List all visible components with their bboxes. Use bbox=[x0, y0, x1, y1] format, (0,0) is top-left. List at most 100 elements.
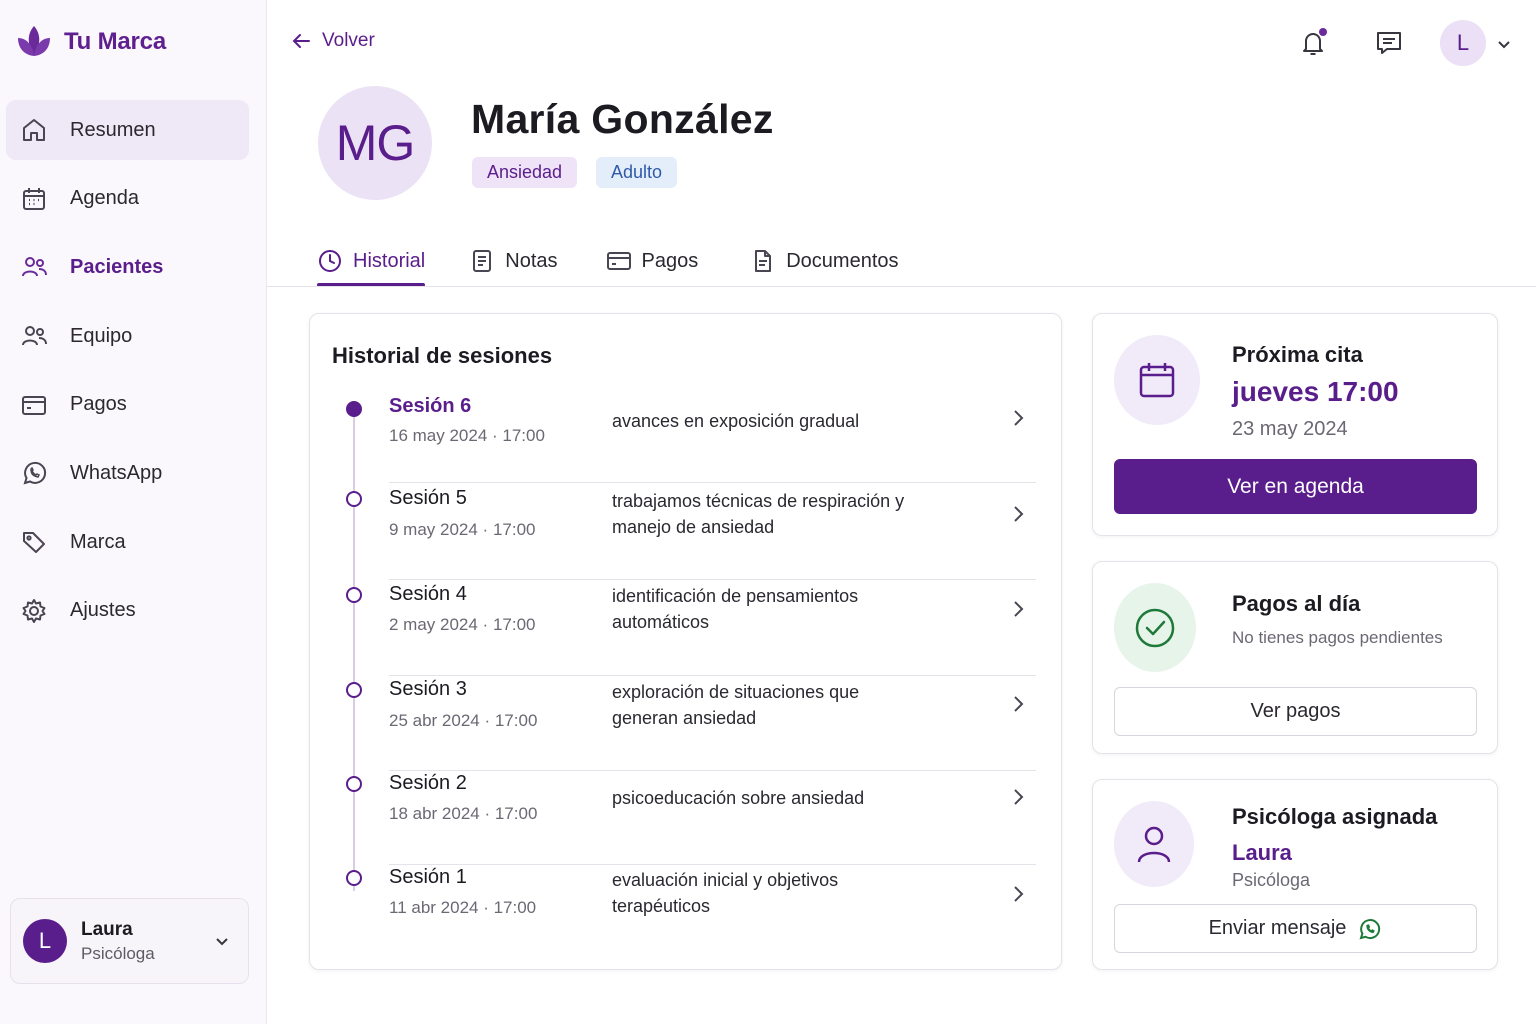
sidebar-item-ajustes[interactable]: Ajustes bbox=[6, 581, 249, 641]
card-icon bbox=[606, 252, 631, 270]
user-name: Laura bbox=[81, 918, 133, 940]
clock-icon bbox=[319, 250, 341, 272]
divider bbox=[389, 482, 1036, 483]
chevron-right-icon bbox=[1014, 601, 1024, 617]
session-note: psicoeducación sobre ansiedad bbox=[612, 788, 865, 808]
session-row[interactable]: Sesión 6 16 may 2024 · 17:00 avances en … bbox=[310, 392, 1063, 487]
sidebar-item-equipo[interactable]: Equipo bbox=[6, 306, 249, 366]
message-icon bbox=[1377, 32, 1401, 54]
session-row[interactable]: Sesión 3 25 abr 2024 · 17:00 exploración… bbox=[310, 675, 1063, 771]
messages-button[interactable] bbox=[1374, 28, 1404, 58]
notifications-button[interactable] bbox=[1298, 28, 1328, 58]
session-note: exploración de situaciones que generan a… bbox=[612, 682, 860, 728]
person-badge bbox=[1114, 801, 1194, 887]
tabs: Historial Notas Pagos Documentos bbox=[317, 236, 899, 287]
timeline-dot bbox=[346, 491, 362, 507]
sidebar-item-label: Marca bbox=[70, 530, 126, 553]
session-title: Sesión 1 bbox=[389, 866, 467, 888]
header-avatar[interactable]: L bbox=[1440, 20, 1486, 66]
tab-historial[interactable]: Historial bbox=[317, 236, 426, 287]
patient-avatar: MG bbox=[318, 86, 432, 200]
tab-label: Documentos bbox=[786, 249, 899, 272]
session-date: 18 abr 2024 · 17:00 bbox=[389, 804, 538, 823]
whatsapp-icon bbox=[23, 462, 47, 485]
appointment-date: 23 may 2024 bbox=[1232, 418, 1348, 440]
session-date: 9 may 2024 · 17:00 bbox=[389, 520, 536, 539]
timeline-dot bbox=[346, 401, 362, 417]
sidebar-item-label: Pacientes bbox=[70, 255, 164, 278]
session-history-card: Historial de sesiones Sesión 6 16 may 20… bbox=[309, 313, 1062, 970]
chevron-right-icon bbox=[1014, 789, 1024, 805]
sidebar-item-pagos[interactable]: Pagos bbox=[6, 375, 249, 435]
notification-dot bbox=[1319, 28, 1327, 36]
appointment-time: jueves 17:00 bbox=[1232, 376, 1399, 407]
sidebar-item-marca[interactable]: Marca bbox=[6, 512, 249, 572]
card-title: Pagos al día bbox=[1232, 591, 1361, 616]
home-icon bbox=[23, 119, 45, 141]
next-appointment-card: Próxima cita jueves 17:00 23 may 2024 Ve… bbox=[1092, 313, 1498, 536]
chevron-right-icon bbox=[1014, 410, 1024, 426]
sidebar-item-whatsapp[interactable]: WhatsApp bbox=[6, 443, 249, 503]
tag-icon bbox=[23, 532, 45, 554]
back-link[interactable]: Volver bbox=[290, 30, 375, 52]
document-icon bbox=[755, 250, 772, 272]
current-user-card[interactable]: L Laura Psicóloga bbox=[10, 898, 249, 984]
session-row[interactable]: Sesión 1 11 abr 2024 · 17:00 evaluación … bbox=[310, 863, 1063, 958]
sidebar-item-resumen[interactable]: Resumen bbox=[6, 100, 249, 160]
tab-documentos[interactable]: Documentos bbox=[750, 236, 899, 286]
view-in-agenda-button[interactable]: Ver en agenda bbox=[1114, 459, 1477, 514]
session-row[interactable]: Sesión 2 18 abr 2024 · 17:00 psicoeducac… bbox=[310, 769, 1063, 865]
person-icon bbox=[1137, 826, 1171, 863]
sidebar-item-label: Resumen bbox=[70, 118, 156, 141]
history-title: Historial de sesiones bbox=[332, 343, 553, 368]
check-badge bbox=[1114, 583, 1196, 672]
notes-icon bbox=[473, 250, 492, 272]
sidebar-item-label: Agenda bbox=[70, 187, 139, 210]
chevron-right-icon bbox=[1014, 696, 1024, 712]
calendar-badge bbox=[1114, 335, 1200, 425]
sidebar-item-agenda[interactable]: Agenda bbox=[6, 169, 249, 229]
session-date: 25 abr 2024 · 17:00 bbox=[389, 711, 538, 730]
brand-logo[interactable]: Tu Marca bbox=[14, 22, 166, 62]
avatar: L bbox=[23, 919, 67, 963]
session-title: Sesión 5 bbox=[389, 487, 467, 509]
sidebar-nav: Resumen Agenda Pacientes Equipo Pagos Wh… bbox=[6, 100, 249, 650]
tag-badge: Ansiedad bbox=[472, 157, 578, 188]
sidebar-item-label: Equipo bbox=[70, 324, 133, 347]
tabs-divider bbox=[267, 286, 1536, 287]
session-row[interactable]: Sesión 5 9 may 2024 · 17:00 trabajamos t… bbox=[310, 484, 1063, 580]
session-row[interactable]: Sesión 4 2 may 2024 · 17:00 identificaci… bbox=[310, 580, 1063, 676]
lotus-icon bbox=[18, 26, 50, 56]
tab-label: Notas bbox=[505, 249, 558, 272]
back-label: Volver bbox=[322, 30, 375, 51]
calendar-icon bbox=[23, 187, 45, 210]
send-message-button[interactable]: Enviar mensaje bbox=[1114, 904, 1477, 953]
session-note: trabajamos técnicas de respiración y man… bbox=[612, 491, 905, 537]
session-title: Sesión 3 bbox=[389, 678, 467, 700]
session-title: Sesión 2 bbox=[389, 772, 467, 794]
calendar-icon bbox=[1139, 363, 1175, 398]
patient-name: María González bbox=[471, 96, 774, 142]
payments-subtitle: No tienes pagos pendientes bbox=[1232, 628, 1443, 647]
chevron-right-icon bbox=[1014, 886, 1024, 902]
session-title: Sesión 6 bbox=[389, 395, 472, 417]
card-icon bbox=[22, 395, 46, 415]
tab-notas[interactable]: Notas bbox=[469, 236, 558, 286]
psychologist-name: Laura bbox=[1232, 840, 1292, 865]
session-date: 2 may 2024 · 17:00 bbox=[389, 615, 536, 634]
session-date: 16 may 2024 · 17:00 bbox=[389, 426, 545, 445]
sidebar-item-pacientes[interactable]: Pacientes bbox=[6, 237, 249, 297]
tab-pagos[interactable]: Pagos bbox=[606, 236, 699, 286]
tag-badge: Adulto bbox=[596, 157, 678, 188]
session-date: 11 abr 2024 · 17:00 bbox=[389, 898, 537, 917]
chevron-right-icon bbox=[1014, 506, 1024, 522]
tab-label: Historial bbox=[353, 249, 426, 272]
users-icon bbox=[22, 257, 47, 277]
assigned-psychologist-card: Psicóloga asignada Laura Psicóloga Envia… bbox=[1092, 779, 1498, 970]
session-note: avances en exposición gradual bbox=[612, 411, 860, 431]
chevron-down-icon[interactable] bbox=[1496, 36, 1512, 52]
tab-label: Pagos bbox=[641, 249, 699, 272]
card-title: Psicóloga asignada bbox=[1232, 804, 1438, 829]
view-payments-button[interactable]: Ver pagos bbox=[1114, 687, 1477, 736]
card-title: Próxima cita bbox=[1232, 342, 1363, 367]
